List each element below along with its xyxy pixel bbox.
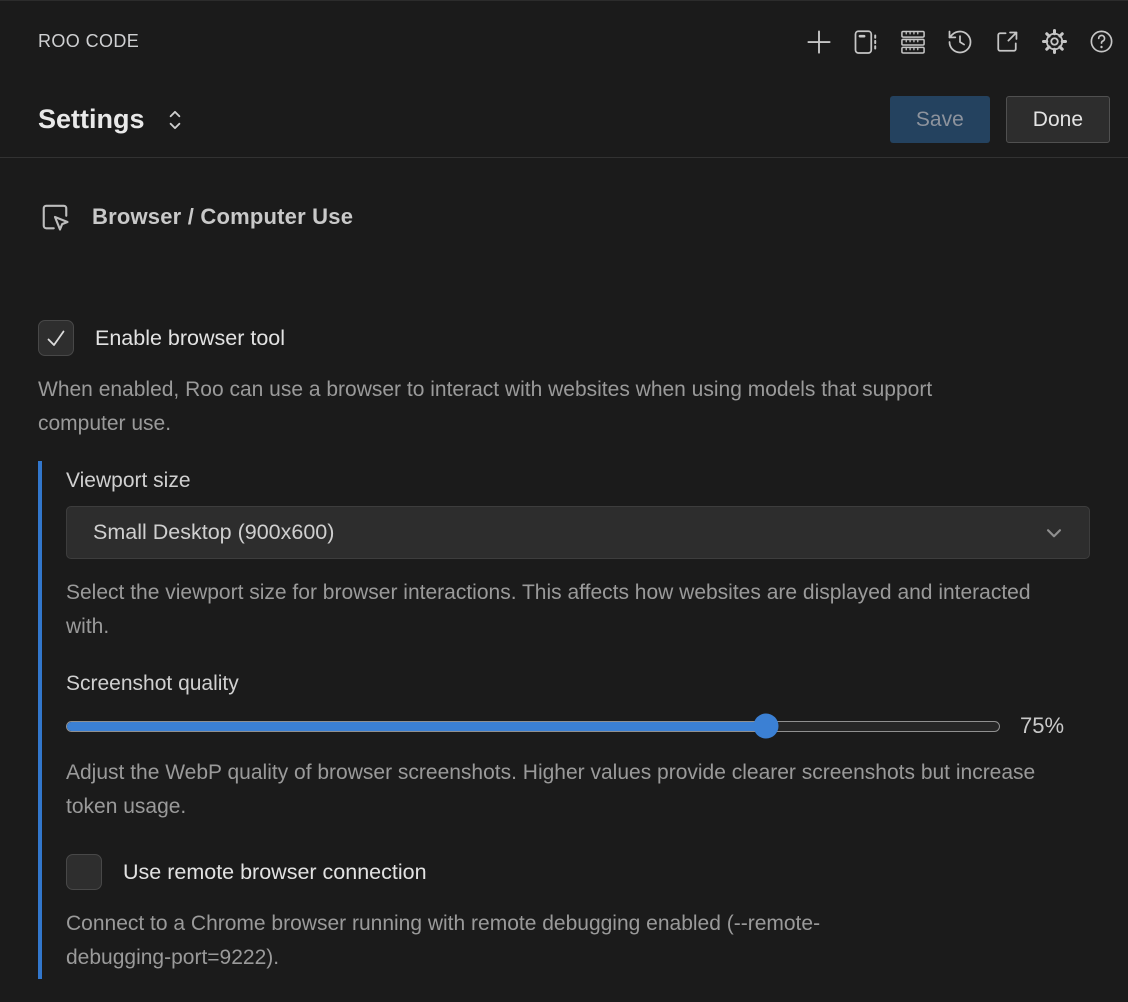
enable-browser-row: Enable browser tool xyxy=(38,320,1090,356)
screenshot-quality-slider[interactable] xyxy=(66,721,1000,732)
square-mouse-pointer-icon xyxy=(40,202,70,232)
screenshot-quality-value: 75% xyxy=(1020,713,1064,739)
remote-browser-description: Connect to a Chrome browser running with… xyxy=(66,907,911,975)
screenshot-quality-thumb[interactable] xyxy=(754,714,779,739)
help-icon[interactable] xyxy=(1086,27,1116,57)
enable-browser-checkbox[interactable] xyxy=(38,320,74,356)
app-title: ROO CODE xyxy=(38,31,139,52)
viewport-size-label: Viewport size xyxy=(66,469,1090,493)
gear-icon[interactable] xyxy=(1039,27,1069,57)
titlebar: ROO CODE xyxy=(0,0,1128,82)
enable-browser-label[interactable]: Enable browser tool xyxy=(95,326,285,351)
screenshot-quality-description: Adjust the WebP quality of browser scree… xyxy=(66,756,1078,824)
mcp-servers-icon[interactable] xyxy=(898,27,928,57)
section-title: Browser / Computer Use xyxy=(92,204,353,230)
settings-header: Settings Save Done xyxy=(0,82,1128,157)
remote-browser-label[interactable]: Use remote browser connection xyxy=(123,860,427,885)
header-buttons: Save Done xyxy=(890,96,1110,143)
roo-code-settings-panel: ROO CODE xyxy=(0,0,1128,979)
done-button[interactable]: Done xyxy=(1006,96,1110,143)
history-icon[interactable] xyxy=(945,27,975,57)
browser-options-group: Viewport size Small Desktop (900x600) Se… xyxy=(38,461,1090,979)
unfold-chevron-icon[interactable] xyxy=(165,107,185,133)
section-header: Browser / Computer Use xyxy=(0,158,1128,276)
popout-icon[interactable] xyxy=(992,27,1022,57)
page-title: Settings xyxy=(38,104,145,135)
enable-browser-description: When enabled, Roo can use a browser to i… xyxy=(38,373,978,441)
plus-icon[interactable] xyxy=(804,27,834,57)
titlebar-actions xyxy=(804,27,1116,57)
screenshot-quality-fill xyxy=(67,722,766,731)
screenshot-quality-label: Screenshot quality xyxy=(66,672,1090,696)
viewport-size-value: Small Desktop (900x600) xyxy=(93,520,334,545)
viewport-size-select[interactable]: Small Desktop (900x600) xyxy=(66,506,1090,559)
prompts-icon[interactable] xyxy=(851,27,881,57)
settings-content: Enable browser tool When enabled, Roo ca… xyxy=(0,276,1128,979)
save-button[interactable]: Save xyxy=(890,96,990,143)
viewport-size-description: Select the viewport size for browser int… xyxy=(66,576,1066,644)
remote-browser-checkbox[interactable] xyxy=(66,854,102,890)
screenshot-quality-row: 75% xyxy=(66,713,1090,739)
chevron-down-icon xyxy=(1041,520,1067,546)
remote-browser-row: Use remote browser connection xyxy=(66,854,1090,890)
